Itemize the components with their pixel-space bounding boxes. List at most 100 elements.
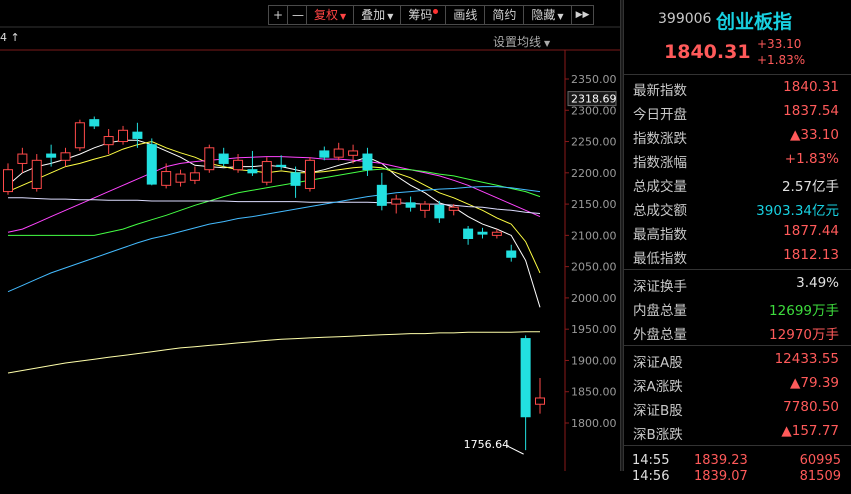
- candle-body: [46, 153, 57, 158]
- quote-row-label: 最高指数: [633, 227, 687, 243]
- quote-row: 今日开盘 1837.54: [633, 100, 839, 123]
- quote-row: 最新指数 1840.31: [633, 76, 839, 99]
- candle-body: [233, 159, 244, 171]
- quote-row-label: 内盘总量: [633, 303, 687, 319]
- quote-row-label: 深B涨跌: [633, 427, 683, 443]
- moving-average-line: [7, 186, 541, 293]
- quote-row-value: ▲79.39: [789, 375, 839, 391]
- quote-row-value: 3.49%: [796, 275, 839, 291]
- candle-body: [419, 203, 430, 211]
- quote-row-label: 深证A股: [633, 355, 683, 371]
- y-tick-label: 2100.00: [571, 229, 617, 242]
- quote-row-value: 12433.55: [774, 351, 839, 367]
- candle-body: [405, 202, 416, 208]
- quote-row-label: 最低指数: [633, 251, 687, 267]
- candle-body: [276, 164, 287, 168]
- candle-body: [491, 231, 502, 236]
- quote-row-value: ▲33.10: [789, 127, 839, 143]
- y-tick-label: 2350.00: [571, 73, 617, 86]
- moving-average-line: [7, 331, 540, 374]
- quote-row-label: 今日开盘: [633, 107, 687, 123]
- quote-row: 指数涨跌 ▲33.10: [633, 124, 839, 147]
- quote-row-label: 深证B股: [633, 403, 683, 419]
- candle-body: [31, 159, 42, 189]
- candle-body: [319, 150, 330, 158]
- candle-body: [448, 206, 459, 211]
- y-tick-label: 2050.00: [571, 261, 617, 274]
- candle-body: [477, 231, 488, 235]
- moving-average-line: [7, 139, 541, 308]
- y-tick-label: 2250.00: [571, 136, 617, 149]
- candlestick-chart[interactable]: 2350.00 2300.00 2250.00 2200.00 2150.00 2100.…: [0, 0, 620, 471]
- candle-body: [161, 171, 172, 186]
- quote-panel: 399006 创业板指 1840.31 +33.10 +1.83% 最新指数 18…: [624, 0, 851, 484]
- quote-row: 总成交量 2.57亿手: [633, 172, 839, 195]
- moving-average-line: [7, 140, 541, 274]
- candle-body: [376, 184, 387, 206]
- y-tick-label: 1850.00: [571, 386, 617, 399]
- quote-row: 深证B股 7780.50: [633, 396, 839, 419]
- candle-body: [132, 131, 143, 139]
- quote-row-value: 12970万手: [769, 327, 839, 343]
- index-name: 创业板指: [716, 11, 793, 33]
- quote-row: 深A涨跌 ▲79.39: [633, 372, 839, 395]
- quote-row: 最高指数 1877.44: [633, 220, 839, 243]
- candle-body: [247, 169, 258, 174]
- candle-body: [103, 136, 114, 146]
- divider: [624, 74, 851, 75]
- tick-time: 14:56: [632, 469, 670, 484]
- candle-body: [3, 169, 13, 193]
- current-price-label: 2318.69: [571, 93, 617, 106]
- candle-body: [17, 153, 28, 164]
- min-annotation-arrow: [507, 445, 524, 455]
- quote-row: 总成交额 3903.34亿元: [633, 196, 839, 219]
- quote-row-value: 1812.13: [783, 247, 839, 263]
- quote-row-value: 12699万手: [769, 303, 839, 319]
- quote-row-label: 总成交量: [633, 179, 687, 195]
- moving-average-line: [8, 168, 541, 236]
- quote-row-value: 1840.31: [783, 79, 839, 95]
- quote-row: 深证A股 12433.55: [633, 348, 839, 371]
- y-tick-label: 2300.00: [571, 104, 617, 117]
- candle-body: [333, 148, 344, 158]
- change-value: +33.10: [757, 37, 802, 51]
- index-change: +33.10 +1.83%: [757, 36, 805, 68]
- candle-body: [204, 147, 215, 171]
- quote-row: 内盘总量 12699万手: [633, 296, 839, 319]
- quote-row-value: +1.83%: [784, 151, 839, 167]
- min-price-annotation: 1756.64: [464, 438, 510, 451]
- candle-body: [506, 250, 517, 258]
- quote-row: 最低指数 1812.13: [633, 244, 839, 267]
- moving-average-line: [7, 156, 541, 233]
- candle-body: [175, 173, 186, 183]
- quote-row: 深B涨跌 ▲157.77: [633, 420, 839, 443]
- quote-row-label: 指数涨跌: [633, 131, 687, 147]
- change-percent: +1.83%: [757, 53, 806, 67]
- quote-row-value: ▲157.77: [781, 423, 839, 439]
- candle-body: [520, 338, 531, 418]
- divider: [624, 445, 851, 446]
- y-tick-label: 1950.00: [571, 323, 617, 336]
- candle-body: [60, 152, 71, 161]
- candle-body: [89, 119, 100, 127]
- quote-row: 指数涨幅 +1.83%: [633, 148, 839, 171]
- y-tick-label: 2200.00: [571, 167, 617, 180]
- candle-body: [535, 397, 545, 405]
- y-tick-label: 1900.00: [571, 354, 617, 367]
- divider: [624, 269, 851, 270]
- candle-body: [146, 144, 157, 185]
- quote-row-label: 深A涨跌: [633, 379, 683, 395]
- quote-row-value: 7780.50: [783, 399, 839, 415]
- quote-row: 外盘总量 12970万手: [633, 320, 839, 343]
- quote-row-value: 3903.34亿元: [756, 203, 839, 219]
- candle-body: [74, 122, 85, 149]
- candle-body: [118, 129, 129, 143]
- candle-body: [348, 150, 359, 156]
- candle-body: [218, 153, 229, 164]
- quote-row-value: 2.57亿手: [781, 179, 839, 195]
- candle-body: [304, 159, 315, 189]
- kline-panel[interactable]: 4 ↑ + — 复权 ▼ 叠加 ▼ 筹码 画线 简约 隐藏 ▼ ▶▶ 设置均线 ▼ 23…: [0, 0, 620, 471]
- index-price: 1840.31: [664, 41, 751, 63]
- candle-body: [391, 198, 402, 205]
- quote-row-label: 总成交额: [633, 203, 687, 219]
